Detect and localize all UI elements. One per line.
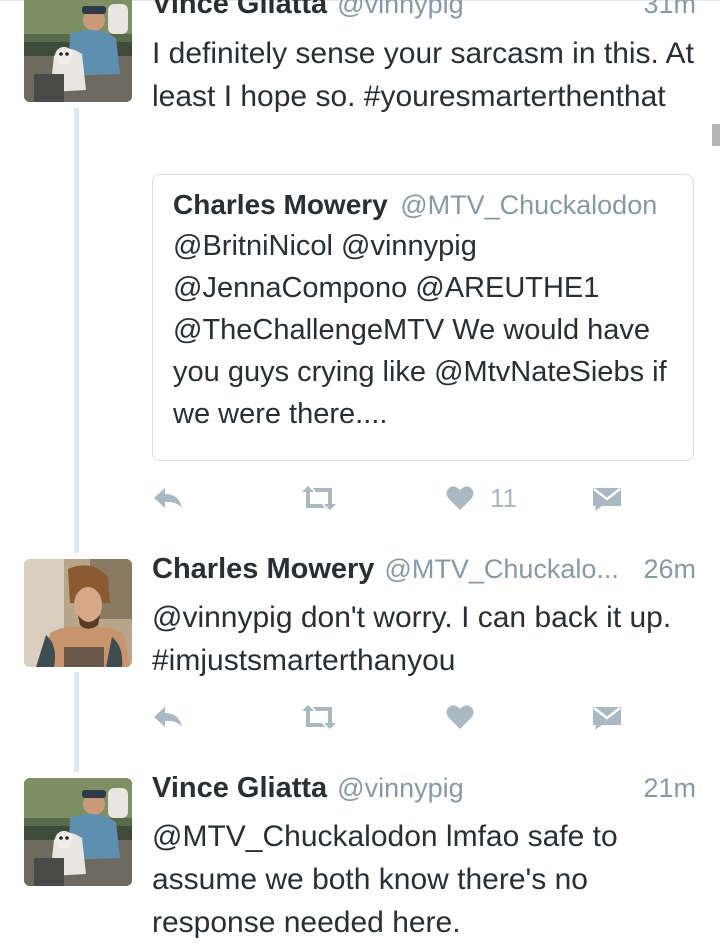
tweet-header: Vince Gliatta @vinnypig 31m <box>152 0 696 28</box>
timestamp[interactable]: 21m <box>643 773 696 804</box>
like-button[interactable] <box>446 697 474 737</box>
quoted-tweet-text: @BritniNicol @vinnypig @JennaCompono @AR… <box>173 230 667 430</box>
timestamp[interactable]: 31m <box>643 0 696 20</box>
retweet-button[interactable] <box>300 478 338 518</box>
author-handle[interactable]: @vinnypig <box>337 773 629 804</box>
heart-icon <box>446 486 474 510</box>
timestamp[interactable]: 26m <box>643 554 696 585</box>
reply-icon <box>154 488 182 508</box>
tweet-header: Charles Mowery @MTV_Chuckalo... 26m <box>152 553 696 593</box>
quoted-author-name: Charles Mowery <box>173 189 388 220</box>
avatar[interactable] <box>24 778 132 886</box>
tweet[interactable]: Charles Mowery @MTV_Chuckalo... 26m @vin… <box>0 553 720 753</box>
quoted-tweet[interactable]: Charles Mowery @MTV_Chuckalodon @BritniN… <box>152 174 694 461</box>
quoted-tweet-header: Charles Mowery @MTV_Chuckalodon <box>173 189 673 221</box>
tweet-text: @MTV_Chuckalodon lmfao safe to assume we… <box>152 820 618 939</box>
retweet-icon <box>302 705 336 729</box>
direct-message-icon <box>593 488 621 511</box>
reply-button[interactable] <box>152 478 184 518</box>
author-handle[interactable]: @vinnypig <box>337 0 629 20</box>
direct-message-button[interactable] <box>592 697 622 737</box>
tweet-text: I definitely sense your sarcasm in this.… <box>152 37 694 113</box>
tweet-text: @vinnypig don't worry. I can back it up.… <box>152 601 672 677</box>
like-button[interactable]: 11 <box>446 478 517 518</box>
quoted-author-handle: @MTV_Chuckalodon <box>400 190 658 220</box>
tweet-header: Vince Gliatta @vinnypig 21m <box>152 772 696 812</box>
direct-message-icon <box>593 707 621 730</box>
like-count: 11 <box>490 482 517 513</box>
author-handle[interactable]: @MTV_Chuckalo... <box>384 554 629 585</box>
retweet-button[interactable] <box>300 697 338 737</box>
tweet-actions <box>152 697 622 737</box>
reply-button[interactable] <box>152 697 184 737</box>
avatar[interactable] <box>24 559 132 667</box>
heart-icon <box>446 705 474 729</box>
tweet[interactable]: Vince Gliatta @vinnypig 21m @MTV_Chuckal… <box>0 772 720 944</box>
reply-icon <box>154 707 182 727</box>
author-name[interactable]: Vince Gliatta <box>152 772 327 805</box>
author-name[interactable]: Vince Gliatta <box>152 0 327 21</box>
direct-message-button[interactable] <box>592 478 622 518</box>
author-name[interactable]: Charles Mowery <box>152 553 374 586</box>
avatar[interactable] <box>24 0 132 102</box>
tweet-actions: 11 <box>152 478 622 518</box>
retweet-icon <box>302 486 336 510</box>
tweet[interactable]: Vince Gliatta @vinnypig 31m I definitely… <box>0 0 720 545</box>
